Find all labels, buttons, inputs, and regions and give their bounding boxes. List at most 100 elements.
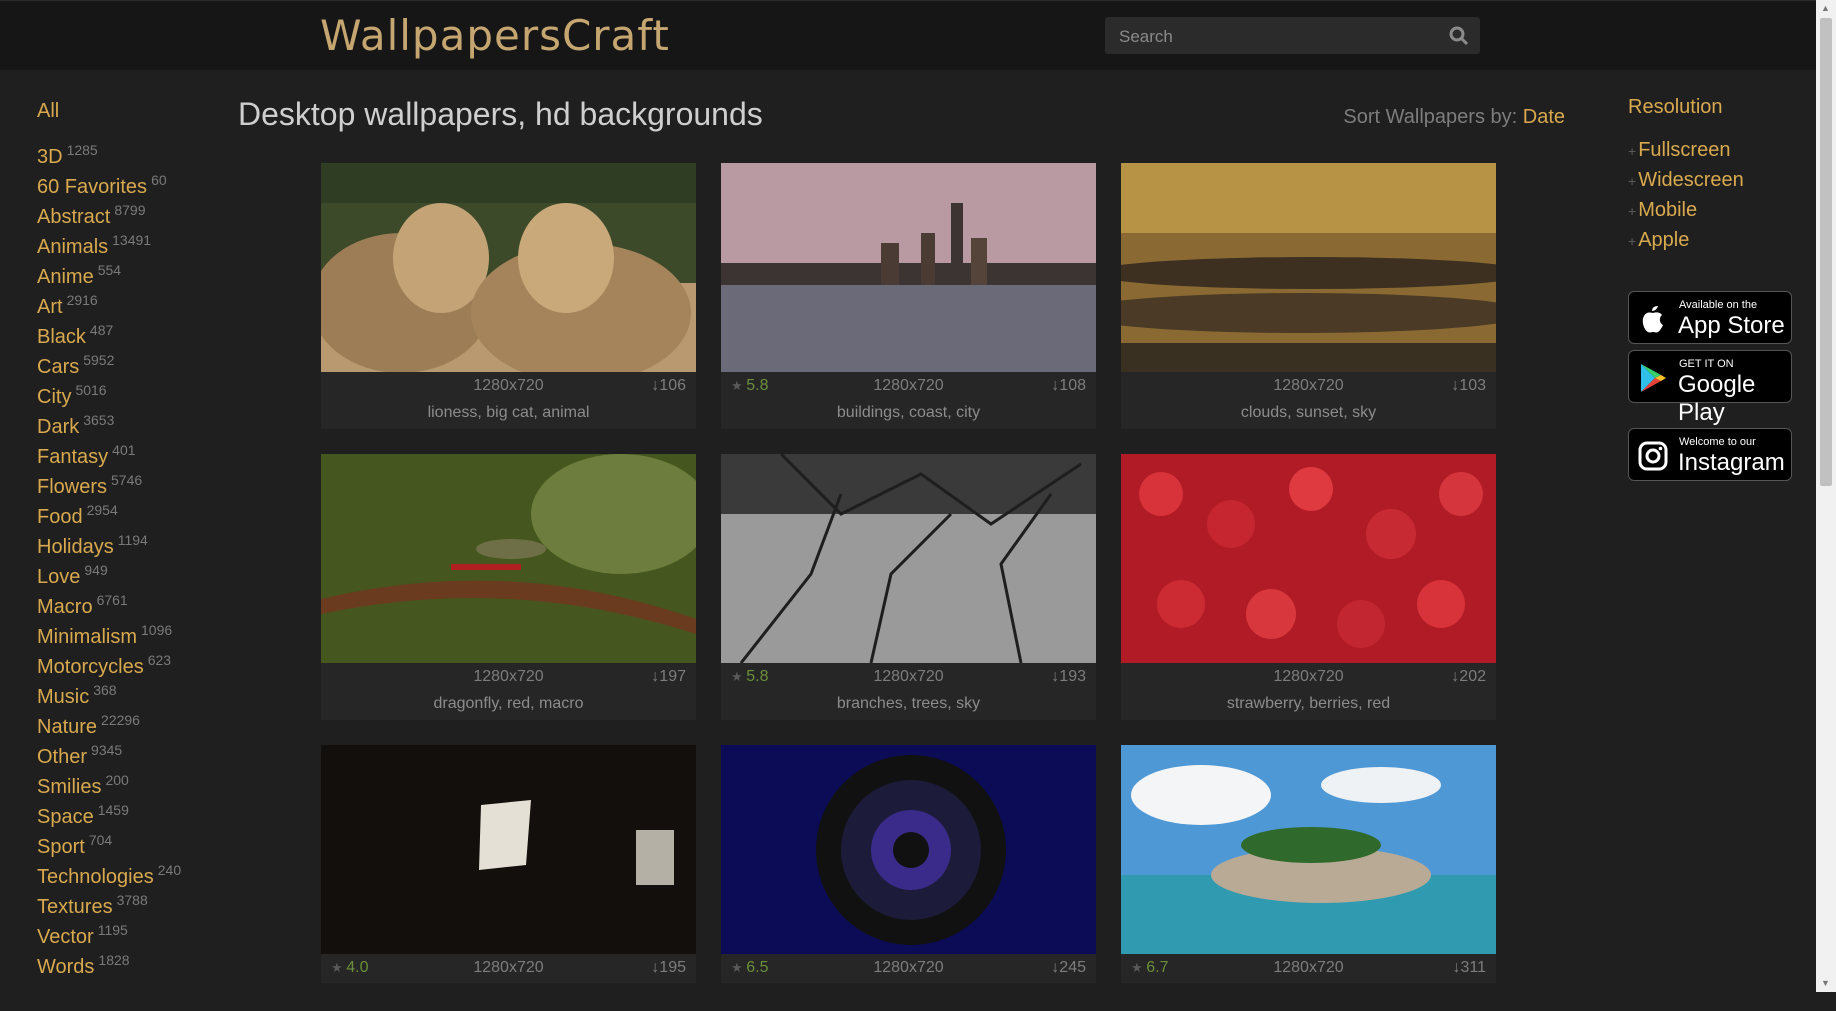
category-link[interactable]: Textures 3788 <box>37 885 237 918</box>
download-count: ↓195 <box>651 959 686 977</box>
instagram-small-text: Welcome to our <box>1679 436 1756 448</box>
wallpaper-thumbnail[interactable] <box>321 163 696 372</box>
apple-icon <box>1642 306 1663 333</box>
category-count: 487 <box>89 322 114 338</box>
category-link[interactable]: Nature 22296 <box>37 705 237 738</box>
wallpaper-tags[interactable]: clouds, sunset, sky <box>1121 401 1496 429</box>
plus-icon: + <box>1628 173 1637 189</box>
google-play-badge[interactable]: GET IT ON Google Play <box>1628 350 1792 426</box>
category-link[interactable]: Technologies 240 <box>37 855 237 888</box>
category-count: 2954 <box>86 502 118 518</box>
wallpaper-card[interactable]: 1280x720 ↓103 clouds, sunset, sky <box>1121 163 1496 429</box>
category-link[interactable]: Food 2954 <box>37 495 237 528</box>
resolution-text: 1280x720 <box>473 959 544 976</box>
category-link[interactable]: City 5016 <box>37 375 237 408</box>
download-count: ↓197 <box>651 668 686 686</box>
sort-control: Sort Wallpapers by: Date <box>1343 106 1565 129</box>
wallpaper-thumbnail[interactable] <box>721 745 1096 954</box>
category-link[interactable]: Sport 704 <box>37 825 237 858</box>
wallpaper-card[interactable]: ★ 5.8 1280x720 ↓193 branches, trees, sky <box>721 454 1096 720</box>
category-link[interactable]: Motorcycles 623 <box>37 645 237 678</box>
resolution-link[interactable]: + Fullscreen <box>1628 135 1808 165</box>
resolution-text: 1280x720 <box>473 668 544 685</box>
wallpaper-tags[interactable]: branches, trees, sky <box>721 692 1096 720</box>
resolution-label: Apple <box>1638 229 1690 251</box>
category-link[interactable]: Space 1459 <box>37 795 237 828</box>
category-link[interactable]: Smilies 200 <box>37 765 237 798</box>
category-link[interactable]: Cars 5952 <box>37 345 237 378</box>
resolution-list: + Fullscreen + Widescreen + Mobile + Apple <box>1628 135 1808 255</box>
scroll-down-icon[interactable]: ▼ <box>1821 978 1830 988</box>
category-sidebar: All 3D 1285 60 Favorites 60 Abstract 8799 Anim… <box>37 96 237 978</box>
plus-icon: + <box>1628 143 1637 159</box>
search-input[interactable] <box>1105 17 1441 56</box>
category-all[interactable]: All <box>37 96 237 126</box>
category-link[interactable]: Love 949 <box>37 555 237 588</box>
resolution-text: 1280x720 <box>1273 959 1344 976</box>
wallpaper-thumbnail[interactable] <box>721 454 1096 663</box>
site-logo[interactable]: WallpapersCraft <box>320 11 670 60</box>
wallpaper-card[interactable]: ★ 6.7 1280x720 ↓311 <box>1121 745 1496 1011</box>
category-link[interactable]: Fantasy 401 <box>37 435 237 468</box>
category-link[interactable]: Holidays 1194 <box>37 525 237 558</box>
category-link[interactable]: Abstract 8799 <box>37 195 237 228</box>
scrollbar[interactable]: ▲ ▼ <box>1816 0 1836 992</box>
wallpaper-thumbnail[interactable] <box>721 163 1096 372</box>
category-link[interactable]: 3D 1285 <box>37 135 237 168</box>
category-count: 22296 <box>101 712 140 728</box>
download-count: ↓103 <box>1451 377 1486 395</box>
wallpaper-tags[interactable]: buildings, coast, city <box>721 401 1096 429</box>
download-value: 103 <box>1459 377 1486 394</box>
sort-date-link[interactable]: Date <box>1523 106 1565 128</box>
wallpaper-card[interactable]: ★ 6.5 1280x720 ↓245 <box>721 745 1096 1011</box>
resolution-title[interactable]: Resolution <box>1628 96 1808 119</box>
category-link[interactable]: Words 1828 <box>37 945 237 978</box>
wallpaper-tags[interactable]: lioness, big cat, animal <box>321 401 696 429</box>
download-count: ↓106 <box>651 377 686 395</box>
wallpaper-card[interactable]: ★ 5.8 1280x720 ↓108 buildings, coast, city <box>721 163 1096 429</box>
scroll-up-icon[interactable]: ▲ <box>1821 3 1830 13</box>
resolution-link[interactable]: + Widescreen <box>1628 165 1808 195</box>
google-play-icon <box>1641 364 1666 392</box>
category-link[interactable]: Black 487 <box>37 315 237 348</box>
resolution-text: 1280x720 <box>1273 668 1344 685</box>
category-link[interactable]: Flowers 5746 <box>37 465 237 498</box>
wallpaper-thumbnail[interactable] <box>1121 454 1496 663</box>
category-link[interactable]: Minimalism 1096 <box>37 615 237 648</box>
category-count: 3788 <box>116 892 148 908</box>
resolution-link[interactable]: + Apple <box>1628 225 1808 255</box>
category-count: 3653 <box>83 412 115 428</box>
category-link[interactable]: Anime 554 <box>37 255 237 288</box>
category-count: 623 <box>147 652 172 668</box>
download-count: ↓311 <box>1452 959 1486 977</box>
wallpaper-meta: 1280x720 ↓202 <box>1121 663 1496 692</box>
resolution-link[interactable]: + Mobile <box>1628 195 1808 225</box>
wallpaper-thumbnail[interactable] <box>1121 163 1496 372</box>
category-link[interactable]: Other 9345 <box>37 735 237 768</box>
category-count: 1195 <box>97 922 128 938</box>
search-icon[interactable] <box>1448 25 1470 47</box>
wallpaper-card[interactable]: 1280x720 ↓202 strawberry, berries, red <box>1121 454 1496 720</box>
category-count: 1285 <box>66 142 98 158</box>
wallpaper-thumbnail[interactable] <box>321 454 696 663</box>
category-link[interactable]: Dark 3653 <box>37 405 237 438</box>
category-link[interactable]: Vector 1195 <box>37 915 237 948</box>
scrollbar-thumb[interactable] <box>1820 18 1832 486</box>
wallpaper-tags[interactable]: dragonfly, red, macro <box>321 692 696 720</box>
wallpaper-card[interactable]: ★ 4.0 1280x720 ↓195 <box>321 745 696 1011</box>
wallpaper-card[interactable]: 1280x720 ↓197 dragonfly, red, macro <box>321 454 696 720</box>
category-link[interactable]: Animals 13491 <box>37 225 237 258</box>
wallpaper-tags[interactable]: strawberry, berries, red <box>1121 692 1496 720</box>
category-link[interactable]: Art 2916 <box>37 285 237 318</box>
category-count: 5016 <box>75 382 107 398</box>
category-link[interactable]: Macro 6761 <box>37 585 237 618</box>
category-link[interactable]: Music 368 <box>37 675 237 708</box>
resolution-text: 1280x720 <box>473 377 544 394</box>
app-store-badge[interactable]: Available on the App Store <box>1628 291 1792 344</box>
instagram-badge[interactable]: Welcome to our Instagram <box>1628 428 1792 481</box>
wallpaper-card[interactable]: 1280x720 ↓106 lioness, big cat, animal <box>321 163 696 429</box>
wallpaper-thumbnail[interactable] <box>1121 745 1496 954</box>
category-link[interactable]: 60 Favorites 60 <box>37 165 237 198</box>
wallpaper-thumbnail[interactable] <box>321 745 696 954</box>
resolution-text: 1280x720 <box>873 377 944 394</box>
